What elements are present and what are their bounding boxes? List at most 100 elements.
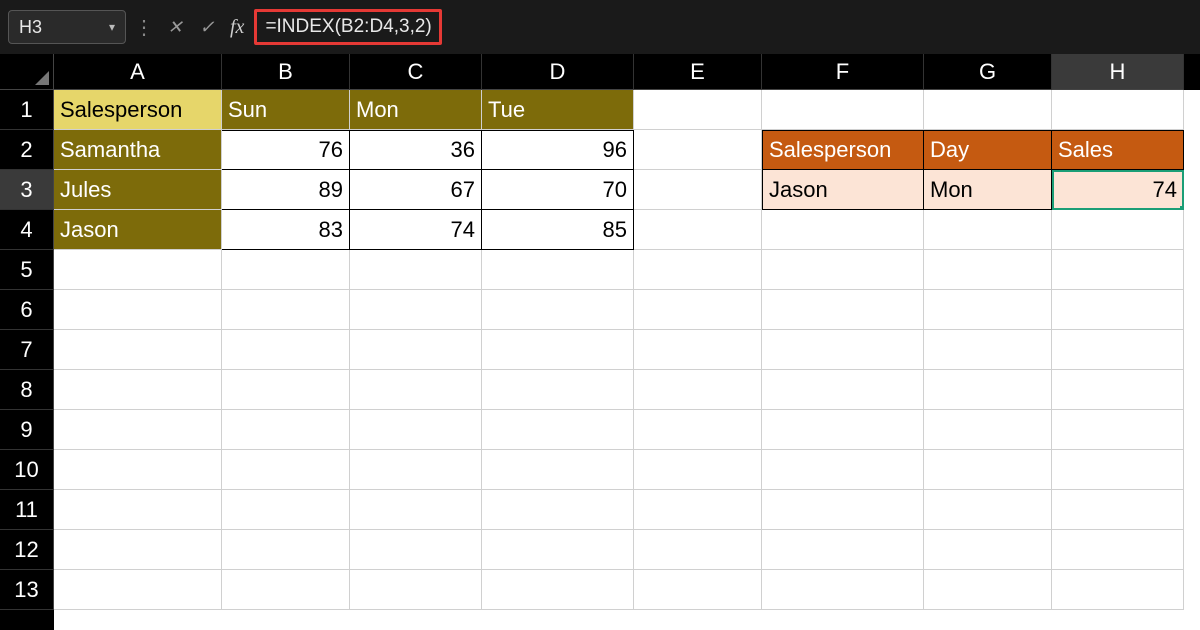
cell-C2[interactable]: 36: [350, 130, 482, 170]
cell-H3[interactable]: 74: [1052, 170, 1184, 210]
cell-F3[interactable]: Jason: [762, 170, 924, 210]
row-header-5[interactable]: 5: [0, 250, 54, 290]
cell-F4[interactable]: [762, 210, 924, 250]
cell-C3[interactable]: 67: [350, 170, 482, 210]
row-header-13[interactable]: 13: [0, 570, 54, 610]
cell-G4[interactable]: [924, 210, 1052, 250]
cell-D6[interactable]: [482, 290, 634, 330]
row-header-9[interactable]: 9: [0, 410, 54, 450]
confirm-icon[interactable]: ✓: [194, 17, 220, 38]
cell-B5[interactable]: [222, 250, 350, 290]
cell-C9[interactable]: [350, 410, 482, 450]
cell-B10[interactable]: [222, 450, 350, 490]
cell-B9[interactable]: [222, 410, 350, 450]
cancel-icon[interactable]: ✕: [162, 17, 188, 38]
column-header-H[interactable]: H: [1052, 54, 1184, 90]
cell-D12[interactable]: [482, 530, 634, 570]
cell-B7[interactable]: [222, 330, 350, 370]
formula-input[interactable]: =INDEX(B2:D4,3,2): [254, 9, 442, 45]
cell-C11[interactable]: [350, 490, 482, 530]
cell-A4[interactable]: Jason: [54, 210, 222, 250]
cell-E4[interactable]: [634, 210, 762, 250]
cell-E9[interactable]: [634, 410, 762, 450]
cell-F12[interactable]: [762, 530, 924, 570]
cell-F10[interactable]: [762, 450, 924, 490]
cell-G7[interactable]: [924, 330, 1052, 370]
cell-F8[interactable]: [762, 370, 924, 410]
cell-G12[interactable]: [924, 530, 1052, 570]
cell-A2[interactable]: Samantha: [54, 130, 222, 170]
cell-F7[interactable]: [762, 330, 924, 370]
cell-A7[interactable]: [54, 330, 222, 370]
cell-F2[interactable]: Salesperson: [762, 130, 924, 170]
row-header-12[interactable]: 12: [0, 530, 54, 570]
row-header-7[interactable]: 7: [0, 330, 54, 370]
cell-E12[interactable]: [634, 530, 762, 570]
select-all-corner[interactable]: [0, 54, 54, 90]
column-header-F[interactable]: F: [762, 54, 924, 90]
cell-D5[interactable]: [482, 250, 634, 290]
row-header-8[interactable]: 8: [0, 370, 54, 410]
cell-H9[interactable]: [1052, 410, 1184, 450]
cell-A12[interactable]: [54, 530, 222, 570]
row-header-2[interactable]: 2: [0, 130, 54, 170]
cell-G9[interactable]: [924, 410, 1052, 450]
cell-C13[interactable]: [350, 570, 482, 610]
cell-A9[interactable]: [54, 410, 222, 450]
cell-C5[interactable]: [350, 250, 482, 290]
cell-E2[interactable]: [634, 130, 762, 170]
cell-D7[interactable]: [482, 330, 634, 370]
cell-A6[interactable]: [54, 290, 222, 330]
cell-B11[interactable]: [222, 490, 350, 530]
cell-A10[interactable]: [54, 450, 222, 490]
cell-H7[interactable]: [1052, 330, 1184, 370]
cell-B3[interactable]: 89: [222, 170, 350, 210]
cell-D11[interactable]: [482, 490, 634, 530]
cell-A13[interactable]: [54, 570, 222, 610]
column-header-G[interactable]: G: [924, 54, 1052, 90]
column-header-A[interactable]: A: [54, 54, 222, 90]
cell-G10[interactable]: [924, 450, 1052, 490]
cell-D8[interactable]: [482, 370, 634, 410]
cell-D4[interactable]: 85: [482, 210, 634, 250]
cell-A11[interactable]: [54, 490, 222, 530]
cell-C1[interactable]: Mon: [350, 90, 482, 130]
cell-B1[interactable]: Sun: [222, 90, 350, 130]
cell-H2[interactable]: Sales: [1052, 130, 1184, 170]
cell-G6[interactable]: [924, 290, 1052, 330]
cell-G1[interactable]: [924, 90, 1052, 130]
row-header-6[interactable]: 6: [0, 290, 54, 330]
cell-H11[interactable]: [1052, 490, 1184, 530]
cell-H1[interactable]: [1052, 90, 1184, 130]
row-header-11[interactable]: 11: [0, 490, 54, 530]
cell-H10[interactable]: [1052, 450, 1184, 490]
cell-C8[interactable]: [350, 370, 482, 410]
cell-F9[interactable]: [762, 410, 924, 450]
cell-B13[interactable]: [222, 570, 350, 610]
cell-H6[interactable]: [1052, 290, 1184, 330]
cell-A5[interactable]: [54, 250, 222, 290]
cell-B6[interactable]: [222, 290, 350, 330]
cell-F13[interactable]: [762, 570, 924, 610]
row-header-4[interactable]: 4: [0, 210, 54, 250]
cell-E6[interactable]: [634, 290, 762, 330]
cell-G3[interactable]: Mon: [924, 170, 1052, 210]
cell-H4[interactable]: [1052, 210, 1184, 250]
row-header-3[interactable]: 3: [0, 170, 54, 210]
row-header-10[interactable]: 10: [0, 450, 54, 490]
cell-E5[interactable]: [634, 250, 762, 290]
cell-E11[interactable]: [634, 490, 762, 530]
cell-D1[interactable]: Tue: [482, 90, 634, 130]
cell-C4[interactable]: 74: [350, 210, 482, 250]
column-header-B[interactable]: B: [222, 54, 350, 90]
cell-B8[interactable]: [222, 370, 350, 410]
column-header-D[interactable]: D: [482, 54, 634, 90]
chevron-down-icon[interactable]: ▾: [109, 20, 115, 34]
fx-icon[interactable]: fx: [226, 16, 248, 39]
column-header-C[interactable]: C: [350, 54, 482, 90]
cell-F5[interactable]: [762, 250, 924, 290]
cell-H12[interactable]: [1052, 530, 1184, 570]
cell-C12[interactable]: [350, 530, 482, 570]
cell-F11[interactable]: [762, 490, 924, 530]
cell-D13[interactable]: [482, 570, 634, 610]
